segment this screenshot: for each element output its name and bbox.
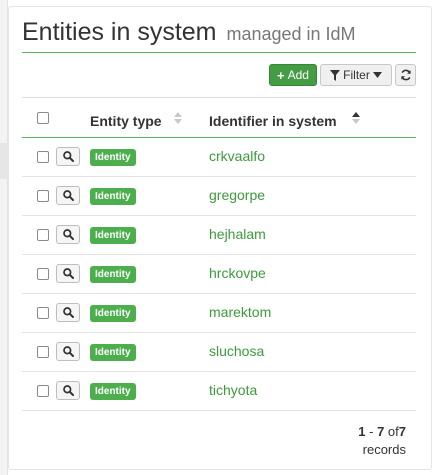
left-sidebar-edge <box>0 0 8 475</box>
refresh-button[interactable] <box>395 64 416 86</box>
pagination-info: 1 - 7 of7 records <box>358 423 406 459</box>
identifier-link[interactable]: gregorpe <box>209 187 265 203</box>
magnifier-icon <box>62 385 74 396</box>
row-checkbox[interactable] <box>37 346 49 358</box>
table-row: Identity hejhalam <box>22 216 416 255</box>
panel-title: Entities in system managed in IdM <box>22 18 356 47</box>
entity-type-badge: Identity <box>90 149 136 166</box>
pagination-to: 7 <box>377 424 385 439</box>
identifier-link[interactable]: marektom <box>209 304 271 320</box>
magnifier-icon <box>62 307 74 318</box>
row-checkbox[interactable] <box>37 307 49 319</box>
pagination-of: of <box>387 424 399 439</box>
filter-button[interactable]: Filter <box>320 64 392 86</box>
sort-both-icon[interactable] <box>173 111 183 125</box>
row-checkbox[interactable] <box>37 385 49 397</box>
add-button[interactable]: + Add <box>269 64 317 86</box>
pagination-unit: records <box>362 442 406 457</box>
panel-title-text: Entities in system <box>22 18 217 46</box>
caret-down-icon <box>372 72 382 78</box>
table-row: Identity gregorpe <box>22 177 416 216</box>
title-divider <box>22 52 416 53</box>
sort-asc-icon[interactable] <box>351 111 361 125</box>
row-detail-button[interactable] <box>56 381 80 400</box>
identifier-link[interactable]: hejhalam <box>209 226 266 242</box>
pagination-from: 1 <box>358 424 366 439</box>
add-button-label: Add <box>287 68 309 82</box>
sidebar-active-marker <box>0 143 8 179</box>
entity-type-badge: Identity <box>90 305 136 322</box>
entity-type-badge: Identity <box>90 266 136 283</box>
refresh-icon <box>400 69 411 81</box>
entity-type-badge: Identity <box>90 188 136 205</box>
table-header: Entity type Identifier in system <box>22 104 416 138</box>
filter-button-label: Filter <box>343 68 370 82</box>
identifier-link[interactable]: crkvaalfo <box>209 148 265 164</box>
entity-type-badge: Identity <box>90 227 136 244</box>
identifier-link[interactable]: tichyota <box>209 382 257 398</box>
column-header-identifier[interactable]: Identifier in system <box>209 113 337 129</box>
magnifier-icon <box>62 346 74 357</box>
plus-icon: + <box>277 67 285 83</box>
row-detail-button[interactable] <box>56 186 80 205</box>
magnifier-icon <box>62 268 74 279</box>
row-detail-button[interactable] <box>56 225 80 244</box>
toolbar: + Add Filter <box>9 64 431 86</box>
row-checkbox[interactable] <box>37 151 49 163</box>
row-detail-button[interactable] <box>56 303 80 322</box>
magnifier-icon <box>62 190 74 201</box>
select-all-checkbox[interactable] <box>37 112 49 124</box>
entity-type-badge: Identity <box>90 383 136 400</box>
table-row: Identity crkvaalfo <box>22 138 416 177</box>
row-detail-button[interactable] <box>56 147 80 166</box>
magnifier-icon <box>62 229 74 240</box>
table-row: Identity tichyota <box>22 372 416 411</box>
table-row: Identity sluchosa <box>22 333 416 372</box>
pagination-total: 7 <box>398 424 406 439</box>
row-checkbox[interactable] <box>37 268 49 280</box>
identifier-link[interactable]: hrckovpe <box>209 265 266 281</box>
identifier-link[interactable]: sluchosa <box>209 343 264 359</box>
table-row: Identity hrckovpe <box>22 255 416 294</box>
row-checkbox[interactable] <box>37 190 49 202</box>
table-row: Identity marektom <box>22 294 416 333</box>
column-header-entity-type[interactable]: Entity type <box>90 113 162 129</box>
table-top-border <box>22 97 416 98</box>
pagination-dash: - <box>369 424 374 439</box>
entity-type-badge: Identity <box>90 344 136 361</box>
row-detail-button[interactable] <box>56 342 80 361</box>
panel-subtitle: managed in IdM <box>226 24 356 44</box>
entities-panel: Entities in system managed in IdM + Add … <box>8 6 432 470</box>
row-detail-button[interactable] <box>56 264 80 283</box>
magnifier-icon <box>62 151 74 162</box>
filter-icon <box>330 69 341 81</box>
row-checkbox[interactable] <box>37 229 49 241</box>
